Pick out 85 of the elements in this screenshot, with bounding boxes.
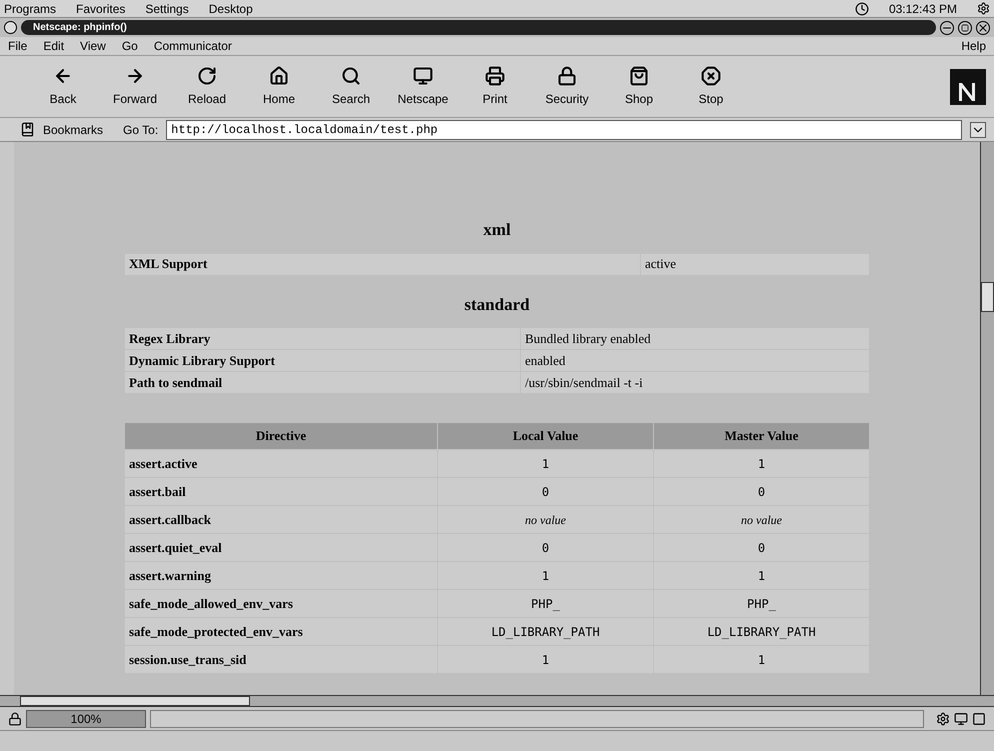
home-icon xyxy=(269,66,289,86)
table-cell: assert.active xyxy=(125,450,437,477)
minimize-icon[interactable] xyxy=(940,20,954,34)
menu-item[interactable]: Communicator xyxy=(154,37,232,55)
table-cell: XML Support xyxy=(125,254,640,274)
horizontal-scrollbar[interactable] xyxy=(0,695,994,707)
bookmark-icon xyxy=(20,122,35,137)
table-cell: enabled xyxy=(521,350,869,371)
table-cell: 1 xyxy=(438,450,653,477)
table-cell: 1 xyxy=(438,562,653,589)
table-cell: no value xyxy=(438,506,653,533)
monitor-icon[interactable] xyxy=(954,712,968,726)
menu-item[interactable]: Go xyxy=(122,37,138,55)
goto-label: Go To: xyxy=(123,122,158,138)
column-header: Directive xyxy=(125,423,437,449)
toolbar-button[interactable]: Back xyxy=(32,66,94,108)
table-cell: Regex Library xyxy=(125,328,520,349)
table-cell: safe_mode_allowed_env_vars xyxy=(125,590,437,617)
table-cell: Path to sendmail xyxy=(125,372,520,393)
toolbar-button[interactable]: Print xyxy=(464,66,526,108)
bag-icon xyxy=(629,66,649,86)
table-cell: 0 xyxy=(654,534,869,561)
settings-icon[interactable] xyxy=(977,2,990,15)
column-header: Master Value xyxy=(654,423,869,449)
bookmarks-button[interactable]: Bookmarks xyxy=(43,120,104,138)
table-cell: Dynamic Library Support xyxy=(125,350,520,371)
table-cell: Bundled library enabled xyxy=(521,328,869,349)
table-cell: assert.warning xyxy=(125,562,437,589)
column-header: Local Value xyxy=(438,423,653,449)
table-cell: active xyxy=(641,254,869,274)
table-cell: 0 xyxy=(438,534,653,561)
section-heading: standard xyxy=(464,294,530,316)
section-heading: xml xyxy=(483,219,511,241)
table-cell: /usr/sbin/sendmail -t -i xyxy=(521,372,869,393)
help-menu[interactable]: Help xyxy=(961,37,986,55)
clock-icon xyxy=(854,2,869,16)
netscape-logo-icon xyxy=(950,68,986,104)
table-cell: assert.bail xyxy=(125,478,437,505)
stop-icon xyxy=(701,66,721,86)
toolbar-button[interactable]: Security xyxy=(536,66,598,108)
vertical-scrollbar[interactable] xyxy=(980,142,994,695)
scroll-thumb[interactable] xyxy=(981,282,994,312)
close-icon[interactable] xyxy=(976,20,990,34)
table-cell: session.use_trans_sid xyxy=(125,646,437,673)
taskbar-menu[interactable]: Settings xyxy=(145,0,189,18)
table-cell: LD_LIBRARY_PATH xyxy=(654,618,869,645)
menu-item[interactable]: File xyxy=(8,37,28,55)
table-cell: 0 xyxy=(654,478,869,505)
lock-icon xyxy=(557,66,577,86)
toolbar-button[interactable]: Netscape xyxy=(392,66,454,108)
zoom-level: 100% xyxy=(26,710,146,728)
table-cell: assert.quiet_eval xyxy=(125,534,437,561)
lock-icon[interactable] xyxy=(8,712,22,726)
clock-time: 03:12:43 PM xyxy=(888,0,957,18)
toolbar-button[interactable]: Shop xyxy=(608,66,670,108)
search-icon xyxy=(341,66,361,86)
table-cell: 0 xyxy=(438,478,653,505)
dropdown-icon[interactable] xyxy=(970,122,986,138)
printer-icon xyxy=(485,66,505,86)
toolbar-button[interactable]: Home xyxy=(248,66,310,108)
table-cell: no value xyxy=(654,506,869,533)
table-cell: PHP_ xyxy=(654,590,869,617)
toolbar-button[interactable]: Search xyxy=(320,66,382,108)
monitor-icon xyxy=(413,66,433,86)
table-cell: 1 xyxy=(438,646,653,673)
table-cell: assert.callback xyxy=(125,506,437,533)
table-cell: PHP_ xyxy=(438,590,653,617)
table-cell: LD_LIBRARY_PATH xyxy=(438,618,653,645)
reload-icon xyxy=(197,66,217,86)
scroll-thumb[interactable] xyxy=(20,696,250,706)
toolbar-button[interactable]: Stop xyxy=(680,66,742,108)
taskbar-menu[interactable]: Programs xyxy=(4,0,56,18)
table-cell: safe_mode_protected_env_vars xyxy=(125,618,437,645)
window-title: Netscape: phpinfo() xyxy=(33,21,127,35)
toolbar-button[interactable]: Forward xyxy=(104,66,166,108)
table-cell: 1 xyxy=(654,450,869,477)
menu-item[interactable]: View xyxy=(80,37,106,55)
maximize-icon[interactable] xyxy=(958,20,972,34)
toolbar-button[interactable]: Reload xyxy=(176,66,238,108)
table-cell: 1 xyxy=(654,646,869,673)
table-cell: 1 xyxy=(654,562,869,589)
menu-item[interactable]: Edit xyxy=(43,37,64,55)
taskbar-menu[interactable]: Favorites xyxy=(76,0,126,18)
taskbar-menu[interactable]: Desktop xyxy=(208,0,253,18)
url-field[interactable]: http://localhost.localdomain/test.php xyxy=(166,120,962,140)
